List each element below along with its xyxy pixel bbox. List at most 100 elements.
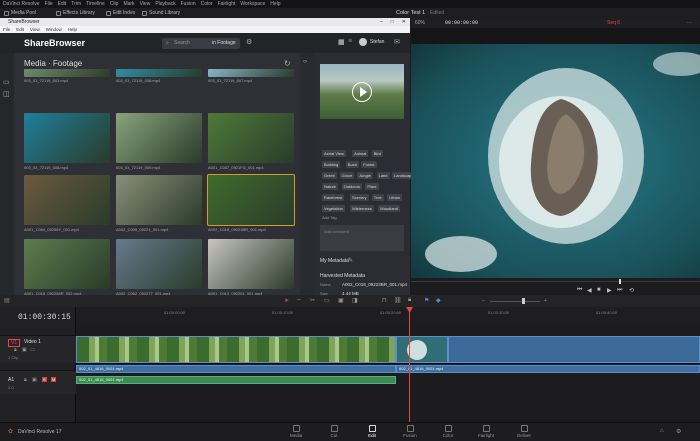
tag-chip[interactable]: Bush [345,161,359,168]
timeline-timecode[interactable]: 01:00:30:15 [18,313,71,322]
settings-gear-icon[interactable]: ⚙ [676,428,681,435]
menu-item-edit[interactable]: Edit [58,0,67,8]
scrub-handle[interactable] [619,279,621,284]
grid-view-icon[interactable]: ▦ [338,38,345,46]
menu-item-fairlight[interactable]: Fairlight [218,0,236,8]
tag-chip[interactable]: Nature [322,183,339,190]
page-tab-color[interactable]: Color [430,425,466,438]
stop-icon[interactable]: ■ [597,287,601,293]
menu-item-timeline[interactable]: Timeline [86,0,105,8]
tag-chip[interactable]: Wilderness [350,205,374,212]
tag-chip[interactable]: Land [376,172,390,179]
go-to-end-icon[interactable]: ⏭ [617,287,622,294]
tag-chip[interactable]: Tree [371,194,384,201]
thumbnail[interactable] [24,239,110,289]
zoom-slider[interactable] [490,301,540,302]
tag-chip[interactable]: Green [322,172,338,179]
auto-select-audio-icon[interactable]: ▣ [32,377,37,383]
list-view-icon[interactable]: ≡ [348,38,352,45]
mute-button[interactable]: M [51,377,57,382]
edit-pencil-icon[interactable]: ✎ [348,257,353,264]
tag-chip[interactable]: Bird [371,150,383,157]
minimize-icon[interactable]: – [380,18,383,26]
thumbnail[interactable] [208,239,294,289]
more-options-icon[interactable]: ⋯ [687,18,692,28]
snapping-icon[interactable]: ⊓ [382,297,387,304]
video-clip-blue[interactable] [448,336,700,363]
video-clip-name-bar[interactable]: 002_01_4818_0001.mp4 [76,365,396,373]
reverse-icon[interactable]: ◀ [587,287,592,294]
thumbnail[interactable] [24,113,110,163]
page-tab-deliver[interactable]: Deliver [506,425,542,438]
sb-menu-view[interactable]: View [30,26,40,33]
marker-icon[interactable]: ◆ [436,297,441,304]
tag-chip[interactable]: Grove [339,172,355,179]
tag-chip[interactable]: Animal [352,150,369,157]
box-icon[interactable]: ◫ [3,90,10,98]
tag-chip[interactable]: Urban [387,194,402,201]
thumbnail[interactable] [24,69,110,77]
video-clip-name-bar-2[interactable]: 002_01_4818_0001.mp4 [396,365,700,373]
thumbnail[interactable] [116,113,202,163]
tag-chip[interactable]: Building [322,161,341,168]
page-tab-media[interactable]: Media [278,425,314,438]
menu-item-color[interactable]: Color [201,0,213,8]
settings-icon[interactable]: ⚙ [246,38,252,46]
page-tab-fusion[interactable]: Fusion [392,425,428,438]
comment-field[interactable]: Add comment [320,225,404,251]
refresh-icon[interactable]: ↻ [284,59,291,68]
thumbnail[interactable] [116,239,202,289]
page-tab-edit[interactable]: Edit [354,425,390,438]
insert-clip-icon[interactable]: ▭ [324,297,330,304]
menu-item-file[interactable]: File [45,0,53,8]
menu-item-mark[interactable]: Mark [123,0,134,8]
tag-chip[interactable]: Plant [365,183,379,190]
sb-menu-file[interactable]: File [3,26,10,33]
menu-item-trim[interactable]: Trim [71,0,81,8]
tag-chip[interactable]: Outdoors [341,183,363,190]
close-icon[interactable]: ✕ [402,18,406,26]
sb-menu-edit[interactable]: Edit [16,26,24,33]
menu-item-help[interactable]: Help [270,0,280,8]
tag-chip[interactable]: Vegetation [322,205,345,212]
sb-menu-window[interactable]: Window [46,26,62,33]
audio-track-id[interactable]: A1 [8,377,14,383]
tag-chip[interactable]: Forest [361,161,377,168]
thumbnail[interactable] [24,175,110,225]
zoom-out-icon[interactable]: − [482,298,485,304]
position-lock-icon[interactable]: 🔒︎ [408,297,411,304]
search-input[interactable]: ⌕ Search in Footage [162,38,240,49]
auto-select-icon[interactable]: ▣ [22,347,27,353]
user-name[interactable]: Stefan [370,39,384,45]
video-clip-forest[interactable] [76,336,396,363]
zoom-level[interactable]: 60% [415,18,425,28]
sound-library-button[interactable]: Sound Library [142,8,180,18]
add-tag-link[interactable]: Add Tag [322,215,337,220]
search-scope[interactable]: in Footage [212,38,236,49]
video-track-label[interactable]: Video 1 [24,339,41,345]
avatar[interactable] [359,38,367,46]
lock-track-icon[interactable]: 🔒︎ [14,347,17,353]
track-visibility-icon[interactable]: ▭ [30,347,35,353]
selection-tool-icon[interactable]: ➤ [284,297,289,304]
breadcrumb[interactable]: Media · Footage [24,59,82,68]
tag-chip[interactable]: Jungle [357,172,373,179]
effects-library-button[interactable]: Effects Library [56,8,95,18]
scrubber[interactable] [411,281,700,282]
tag-chip[interactable]: Rainforest [322,194,345,201]
expand-panel-icon[interactable]: ‹› [303,59,307,65]
menu-item-davinci-resolve[interactable]: DaVinci Resolve [3,0,40,8]
tag-chip[interactable]: Aerial View [322,150,346,157]
tag-chip[interactable]: Scenery [350,194,369,201]
menu-item-playback[interactable]: Playback [155,0,175,8]
go-to-start-icon[interactable]: ⏮ [577,287,582,294]
edit-index-button[interactable]: Edit Index [106,8,135,18]
media-pool-button[interactable]: Media Pool [4,8,36,18]
flag-icon[interactable]: ⚑ [424,297,429,304]
thumbnail[interactable] [208,69,294,77]
panel-layout-icon[interactable]: ▤ [4,297,10,304]
link-icon[interactable]: ⛓ [394,297,402,304]
timeline-ruler[interactable]: 01:00:00:00 01:00:10:00 01:00:20:00 01:00:3… [76,307,700,321]
audio-clip[interactable]: 002_01_4818_0001.mp4 [76,376,396,384]
loop-icon[interactable]: ⟲ [629,287,634,294]
